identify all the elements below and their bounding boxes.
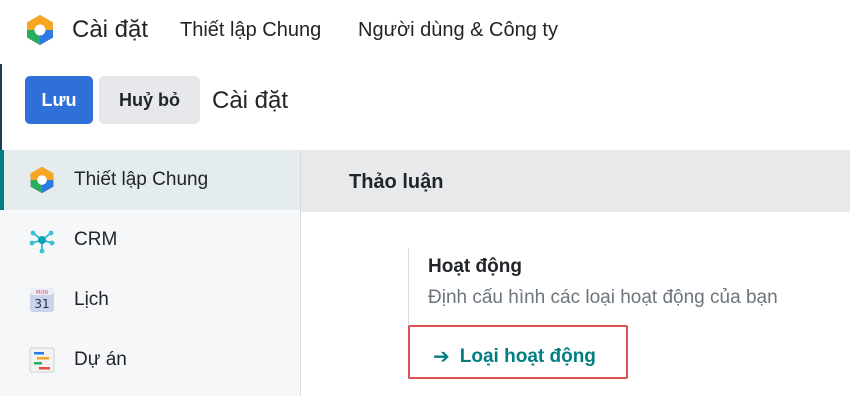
project-icon	[28, 346, 56, 374]
section-title: Thảo luận	[349, 171, 444, 193]
svg-text:31: 31	[34, 297, 49, 311]
setting-description: Định cấu hình các loại hoạt động của bạn	[428, 287, 778, 308]
calendar-icon: MON 31	[28, 286, 56, 314]
save-button[interactable]: Lưu	[25, 76, 93, 124]
sidebar-item-label: Lịch	[74, 289, 109, 310]
sidebar-item-label: Thiết lập Chung	[74, 169, 209, 190]
sidebar-item-crm[interactable]: CRM	[0, 210, 300, 270]
sidebar-item-calendar[interactable]: MON 31 Lịch	[0, 270, 300, 330]
settings-app-icon	[28, 166, 56, 194]
app-title: Cài đặt	[72, 16, 149, 43]
arrow-right-icon: ➔	[433, 346, 450, 368]
menu-general-settings[interactable]: Thiết lập Chung	[180, 19, 321, 42]
setting-title: Hoạt động	[428, 256, 522, 277]
menu-users-companies[interactable]: Người dùng & Công ty	[358, 19, 558, 42]
cancel-button[interactable]: Huỷ bỏ	[99, 76, 200, 124]
activity-types-link[interactable]: ➔ Loại hoạt động	[433, 344, 596, 369]
crm-icon	[28, 226, 56, 254]
top-navbar: Cài đặt Thiết lập Chung Người dùng & Côn…	[0, 0, 850, 64]
breadcrumb: Cài đặt	[212, 87, 289, 114]
sidebar-item-label: Dự án	[74, 349, 127, 370]
sidebar-item-label: CRM	[74, 229, 118, 250]
settings-app-icon[interactable]	[24, 14, 56, 46]
activity-types-label: Loại hoạt động	[459, 345, 596, 367]
sidebar-item-general-settings[interactable]: Thiết lập Chung	[0, 150, 300, 210]
sidebar-item-project[interactable]: Dự án	[0, 330, 300, 390]
settings-sidebar: Thiết lập Chung CRM MON 31 Lịch Dự án	[0, 150, 301, 396]
svg-text:MON: MON	[36, 290, 48, 296]
